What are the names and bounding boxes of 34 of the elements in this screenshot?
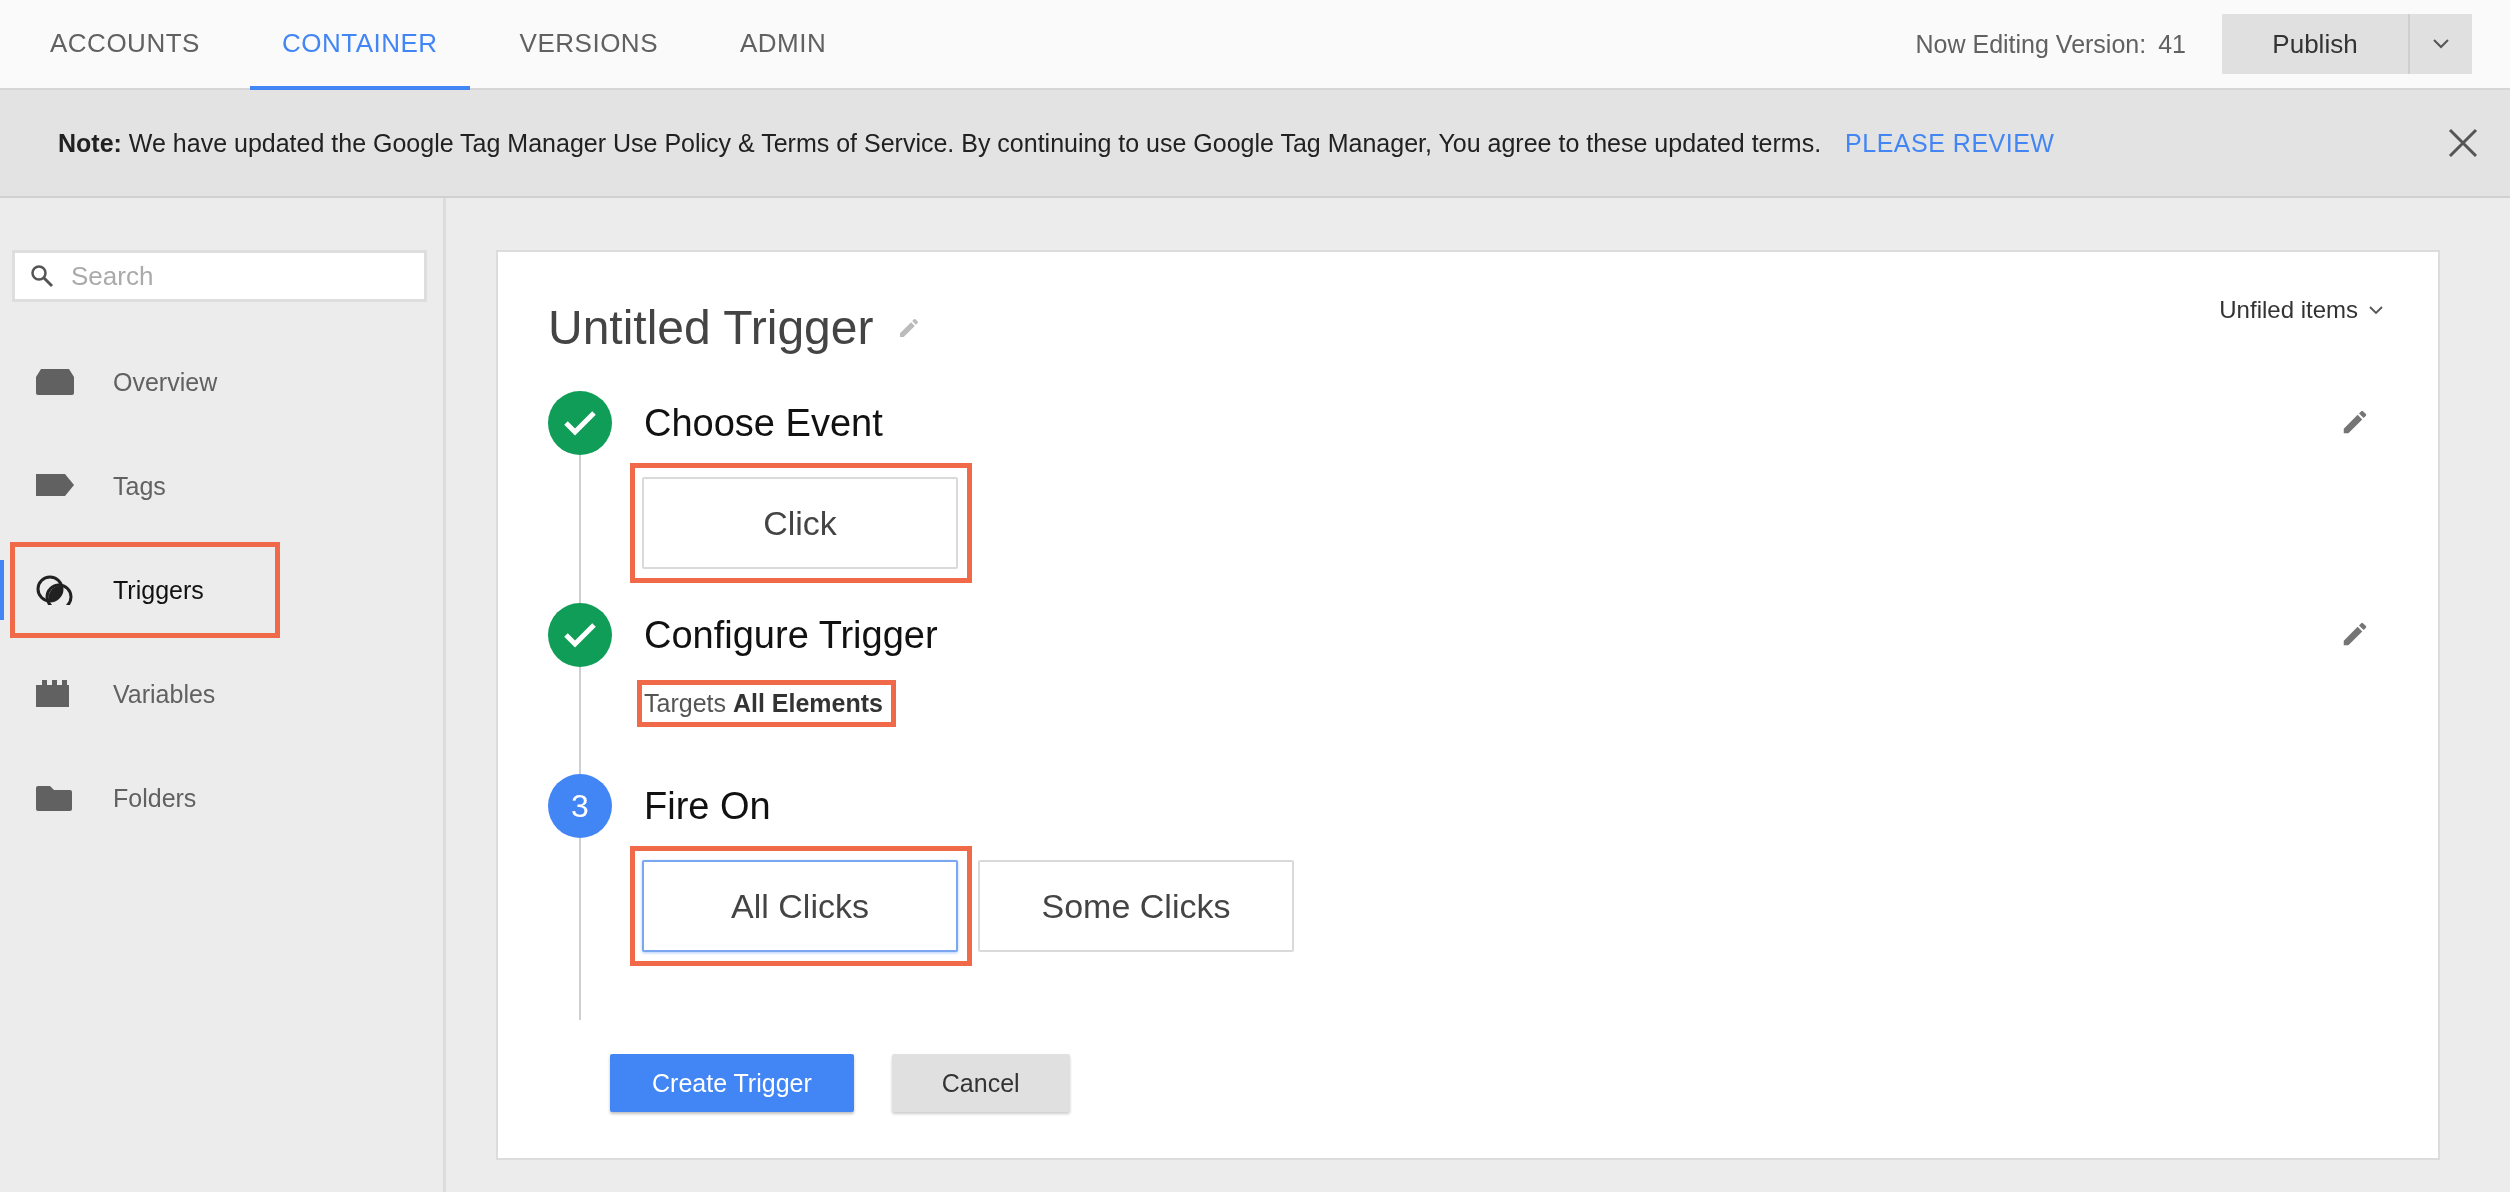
option-button[interactable]: All Clicks — [642, 860, 958, 952]
nav-tab[interactable]: ADMIN — [708, 0, 859, 90]
sidebar-item[interactable]: Variables — [15, 651, 275, 737]
close-icon[interactable] — [2448, 128, 2478, 158]
check-icon — [563, 621, 597, 649]
option-button[interactable]: Some Clicks — [978, 860, 1294, 952]
sidebar-item[interactable]: Tags — [15, 443, 275, 529]
check-icon — [563, 409, 597, 437]
version-number: 41 — [2158, 29, 2186, 59]
chevron-down-icon — [2368, 305, 2384, 315]
folder-dropdown[interactable]: Unfiled items — [2213, 282, 2390, 325]
targets-summary: Targets All Elements — [644, 689, 883, 717]
version-label: Now Editing Version: — [1915, 29, 2147, 59]
nav-tab[interactable]: ACCOUNTS — [18, 0, 232, 90]
folder-icon — [35, 783, 75, 813]
sidebar-item[interactable]: Folders — [15, 755, 275, 841]
step-number: 3 — [548, 774, 612, 838]
search-icon — [30, 264, 54, 288]
sidebar-item[interactable]: Triggers — [15, 547, 275, 633]
notice-text: Note: We have updated the Google Tag Manager Use Policy & Terms of Service. By continuing to use Google Tag Manager, You agree to these updated terms. — [58, 128, 1822, 158]
step-title: Choose Event — [644, 401, 884, 446]
cancel-button[interactable]: Cancel — [891, 1054, 1070, 1112]
trigger-title: Untitled Trigger — [548, 300, 874, 355]
publish-button[interactable]: Publish — [2222, 14, 2410, 74]
nav-tab[interactable]: VERSIONS — [487, 0, 690, 90]
step-title: Fire On — [644, 784, 772, 829]
sidebar-item[interactable]: Overview — [15, 339, 275, 425]
option-button[interactable]: Click — [642, 477, 958, 569]
overlapping-circles-icon — [35, 575, 75, 605]
step-title: Configure Trigger — [644, 613, 939, 658]
search-field[interactable]: Search — [12, 250, 427, 302]
box-icon — [35, 367, 75, 397]
chevron-down-icon — [2432, 38, 2450, 50]
create-button[interactable]: Create Trigger — [610, 1054, 854, 1112]
